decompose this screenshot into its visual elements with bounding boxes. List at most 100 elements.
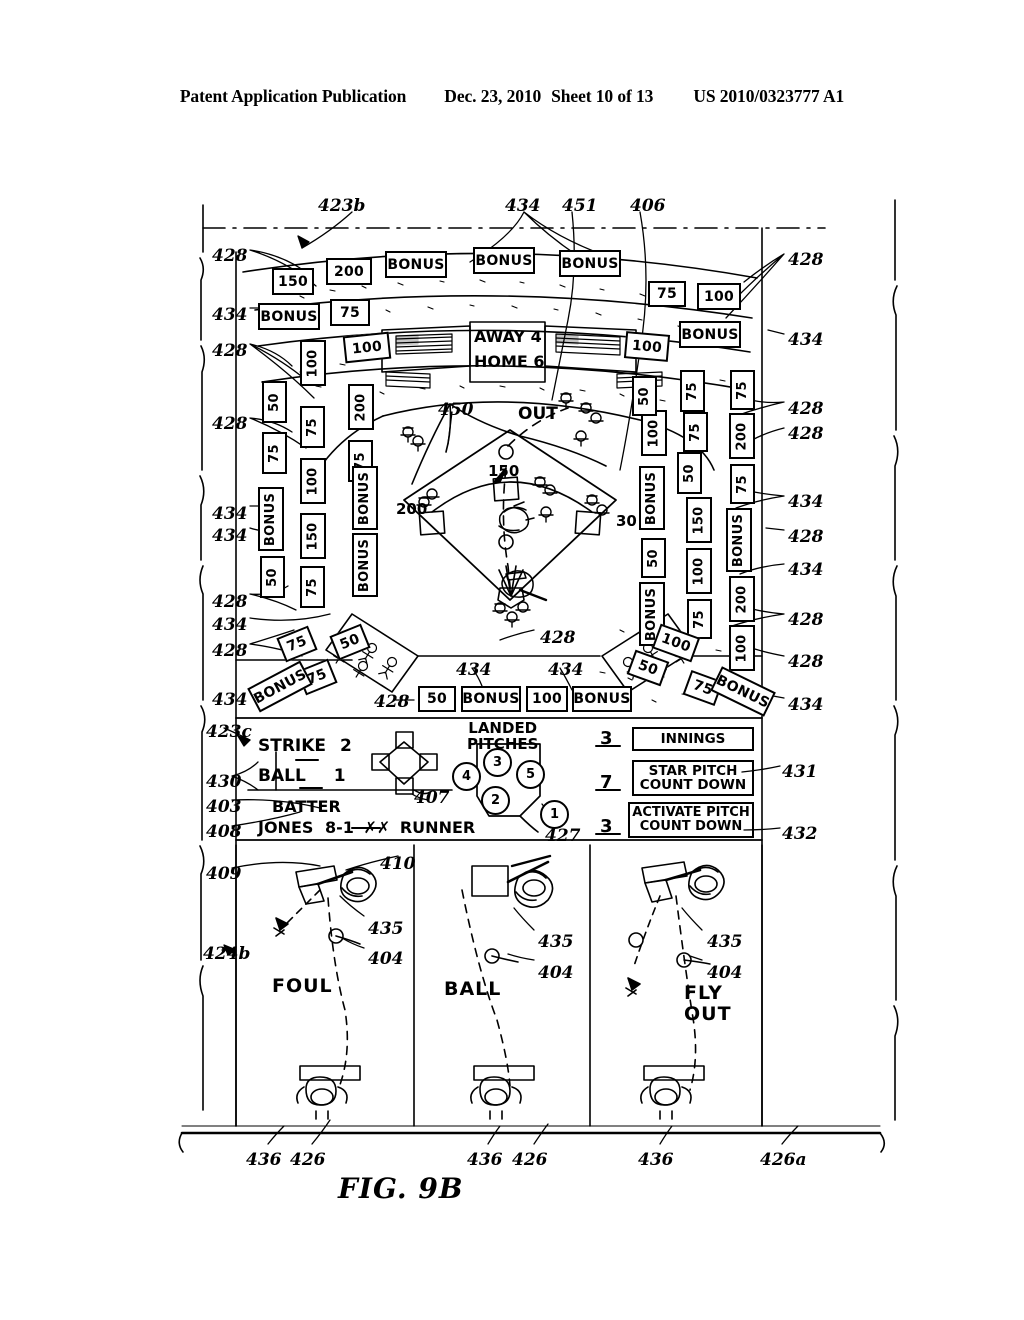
field-chip[interactable]: 75	[680, 370, 705, 412]
field-chip[interactable]: 50	[260, 556, 285, 598]
reference-numeral: 423b	[318, 196, 366, 216]
field-chip[interactable]: 75	[648, 281, 686, 307]
activate-pitch-value: 3	[600, 816, 613, 837]
reference-numeral: 436	[638, 1150, 674, 1170]
field-chip[interactable]: 100	[300, 458, 326, 504]
field-chip[interactable]: 100	[526, 686, 568, 712]
ball-row: BALL 1	[258, 766, 346, 786]
field-chip[interactable]: 50	[418, 686, 456, 712]
batter-name: JONES	[258, 818, 314, 837]
reference-numeral: 428	[212, 341, 248, 361]
reference-numeral: 428	[374, 692, 410, 712]
field-chip[interactable]: BONUS	[352, 533, 378, 597]
field-chip[interactable]: BONUS	[258, 487, 284, 551]
reference-numeral: 434	[212, 305, 248, 325]
field-chip[interactable]: 75	[683, 412, 708, 452]
reference-numeral: 428	[540, 628, 576, 648]
field-chip[interactable]: BONUS	[352, 466, 378, 530]
reference-numeral: 435	[368, 919, 404, 939]
reference-numeral: 426a	[760, 1150, 807, 1170]
field-chip[interactable]: 100	[729, 625, 755, 671]
reference-numeral: 431	[782, 762, 818, 782]
outcome-caption-foul: FOUL	[272, 975, 333, 997]
field-chip[interactable]: BONUS	[639, 466, 665, 530]
figure-9b-drawing: 150 200 BONUS BONUS BONUS 75 100 BONUS 7…	[0, 0, 1024, 1320]
field-chip[interactable]: 150	[300, 513, 326, 559]
field-chip[interactable]: 75	[730, 370, 755, 410]
field-chip[interactable]: 100	[342, 331, 392, 364]
outcome-caption-flyout: FLY OUT	[684, 982, 732, 1025]
field-chip[interactable]: BONUS	[473, 247, 535, 274]
reference-numeral: 428	[788, 250, 824, 270]
strike-row: STRIKE 2	[258, 736, 352, 756]
reference-numeral: 434	[788, 560, 824, 580]
reference-numeral: 426	[290, 1150, 326, 1170]
field-chip[interactable]: 200	[729, 413, 755, 459]
innings-readout[interactable]: INNINGS	[632, 727, 754, 751]
field-chip[interactable]: 200	[729, 576, 755, 622]
landed-pitch-marker[interactable]: 1	[540, 800, 569, 829]
field-chip[interactable]: 75	[330, 299, 370, 326]
field-chip[interactable]: 200	[326, 258, 372, 285]
field-chip[interactable]: 100	[300, 340, 326, 386]
landed-pitch-marker[interactable]: 4	[452, 762, 481, 791]
landed-pitches-label: LANDED PITCHES	[467, 719, 539, 753]
star-pitch-countdown[interactable]: STAR PITCH COUNT DOWN	[632, 760, 754, 796]
reference-numeral: 428	[788, 527, 824, 547]
field-chip[interactable]: BONUS	[461, 686, 521, 712]
field-chip[interactable]: BONUS	[258, 303, 320, 330]
reference-numeral: 434	[788, 492, 824, 512]
reference-numeral: 435	[707, 932, 743, 952]
landed-pitch-marker[interactable]: 3	[483, 748, 512, 777]
out-indicator: OUT	[518, 404, 558, 424]
field-chip[interactable]: 200	[348, 384, 374, 430]
reference-numeral: 426	[512, 1150, 548, 1170]
reference-numeral: 434	[505, 196, 541, 216]
reference-numeral: 428	[788, 424, 824, 444]
runner-marks: ✗✗	[363, 818, 391, 837]
reference-numeral: 435	[538, 932, 574, 952]
reference-numeral: 404	[707, 963, 743, 983]
reference-numeral: 406	[630, 196, 666, 216]
reference-numeral: 434	[212, 690, 248, 710]
field-chip[interactable]: 50	[262, 381, 287, 423]
field-chip[interactable]: 75	[262, 432, 287, 474]
field-chip[interactable]: 75	[300, 566, 325, 608]
field-chip[interactable]: BONUS	[726, 508, 752, 572]
field-chip[interactable]: BONUS	[385, 251, 447, 278]
batter-label: BATTER	[272, 797, 341, 816]
field-chip[interactable]: BONUS	[679, 321, 741, 348]
field-chip[interactable]: BONUS	[559, 250, 621, 277]
field-chip[interactable]: 100	[641, 410, 667, 456]
batter-record: 8-1	[324, 818, 354, 837]
field-chip[interactable]: 100	[697, 283, 741, 310]
reference-numeral: 410	[380, 854, 416, 874]
field-chip[interactable]: 50	[677, 452, 702, 494]
field-chip[interactable]: 50	[641, 538, 666, 578]
reference-numeral: 436	[467, 1150, 503, 1170]
field-chip[interactable]: 100	[623, 331, 671, 362]
runner-label: RUNNER	[399, 818, 476, 837]
field-chip[interactable]: 100	[686, 548, 712, 594]
landed-pitch-marker[interactable]: 2	[481, 786, 510, 815]
reference-numeral: 408	[206, 822, 242, 842]
field-chip[interactable]: 50	[632, 376, 657, 416]
field-chip[interactable]: 150	[686, 497, 712, 543]
reference-numeral: 432	[782, 824, 818, 844]
reference-numeral: 403	[206, 797, 242, 817]
reference-numeral: 407	[414, 788, 450, 808]
reference-numeral: 404	[538, 963, 574, 983]
reference-numeral: 434	[212, 615, 248, 635]
field-chip[interactable]: 150	[272, 268, 314, 295]
reference-numeral: 428	[212, 592, 248, 612]
reference-numeral: 430	[206, 772, 242, 792]
field-chip[interactable]: 75	[300, 406, 325, 448]
reference-numeral: 434	[788, 695, 824, 715]
field-chip[interactable]: 75	[687, 599, 712, 639]
reference-numeral: 428	[788, 399, 824, 419]
activate-pitch-countdown[interactable]: ACTIVATE PITCH COUNT DOWN	[628, 802, 754, 838]
field-chip[interactable]: 75	[730, 464, 755, 504]
field-chip[interactable]: BONUS	[572, 686, 632, 712]
landed-pitch-marker[interactable]: 5	[516, 760, 545, 789]
infield-value-marker: 150	[488, 462, 520, 480]
